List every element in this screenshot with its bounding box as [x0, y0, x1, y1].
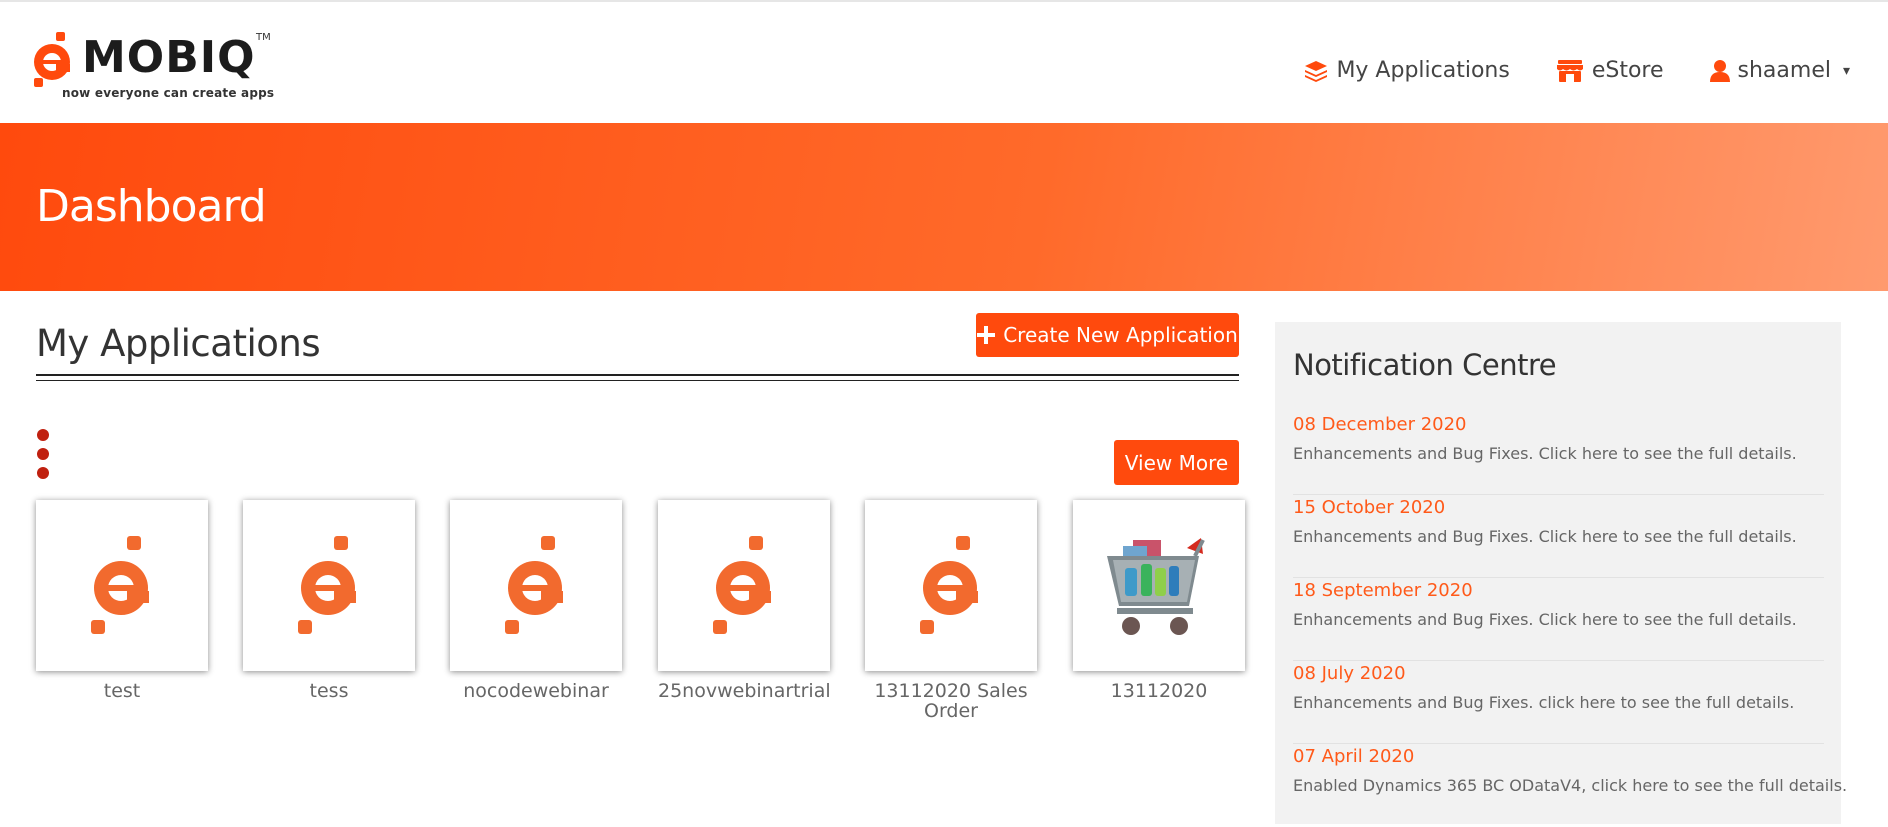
- notification-text[interactable]: Enhancements and Bug Fixes. Click here t…: [1293, 444, 1824, 464]
- emobiq-logo-icon: [505, 535, 563, 634]
- divider: [36, 374, 1239, 376]
- notification-item[interactable]: 08 December 2020 Enhancements and Bug Fi…: [1293, 412, 1824, 495]
- more-options-icon[interactable]: [36, 429, 50, 481]
- app-thumbnail[interactable]: [865, 500, 1037, 671]
- app-thumbnail[interactable]: [243, 500, 415, 671]
- top-nav: My Applications eStore shaamel ▾: [1304, 58, 1850, 83]
- app-card[interactable]: 25novwebinartrial: [658, 500, 831, 702]
- brand-name: MOBIQ: [82, 32, 256, 83]
- app-thumbnail[interactable]: [658, 500, 830, 671]
- nav-user-menu[interactable]: shaamel ▾: [1709, 58, 1850, 83]
- app-name: 13112020 Sales Order: [874, 680, 1028, 722]
- app-name: 25novwebinartrial: [658, 680, 831, 702]
- dot: [37, 429, 49, 441]
- notification-item[interactable]: 18 September 2020 Enhancements and Bug F…: [1293, 578, 1824, 661]
- notification-text[interactable]: Enhancements and Bug Fixes. click here t…: [1293, 693, 1824, 713]
- app-card[interactable]: test: [36, 500, 208, 701]
- app-card[interactable]: 13112020: [1073, 500, 1245, 701]
- shopping-cart-icon: [1107, 537, 1205, 635]
- caret-down-icon: ▾: [1842, 62, 1850, 79]
- app-name: test: [103, 680, 141, 702]
- app-name: 13112020: [1110, 680, 1208, 702]
- notification-text[interactable]: Enhancements and Bug Fixes. Click here t…: [1293, 527, 1824, 547]
- user-icon: [1709, 59, 1730, 82]
- app-card[interactable]: tess: [243, 500, 415, 701]
- app-thumbnail[interactable]: [450, 500, 622, 671]
- layers-icon: [1305, 60, 1328, 82]
- emobiq-logo[interactable]: MOBIQ TM now everyone can create apps: [30, 24, 280, 104]
- notification-text[interactable]: Enabled Dynamics 365 BC ODataV4, click h…: [1293, 776, 1847, 796]
- dashboard-banner: Dashboard: [0, 123, 1888, 291]
- nav-user-label: shaamel: [1737, 58, 1831, 83]
- notification-centre: Notification Centre 08 December 2020 Enh…: [1275, 322, 1847, 827]
- divider: [36, 380, 1239, 381]
- dot: [37, 467, 49, 479]
- nav-my-applications[interactable]: My Applications: [1304, 58, 1510, 83]
- dot: [37, 448, 49, 460]
- store-icon: [1556, 59, 1583, 82]
- notification-list: 08 December 2020 Enhancements and Bug Fi…: [1293, 412, 1847, 827]
- page-title: Dashboard: [36, 181, 267, 232]
- view-more-button[interactable]: View More: [1114, 440, 1239, 485]
- notification-item[interactable]: 07 April 2020 Enabled Dynamics 365 BC OD…: [1293, 744, 1847, 827]
- nav-my-applications-label: My Applications: [1336, 58, 1510, 83]
- app-thumbnail[interactable]: [1073, 500, 1245, 671]
- app-name: tess: [309, 680, 349, 702]
- emobiq-logo-icon: [91, 535, 149, 634]
- nav-estore-label: eStore: [1591, 58, 1664, 83]
- notification-centre-title: Notification Centre: [1293, 348, 1557, 382]
- emobiq-logo-icon: [713, 535, 771, 634]
- trademark: TM: [256, 32, 271, 43]
- header: MOBIQ TM now everyone can create apps My…: [0, 2, 1888, 123]
- notification-date[interactable]: 08 July 2020: [1293, 663, 1824, 685]
- plus-icon: [977, 326, 996, 344]
- app-card[interactable]: 13112020 Sales Order: [865, 500, 1037, 721]
- notification-item[interactable]: 15 October 2020 Enhancements and Bug Fix…: [1293, 495, 1824, 578]
- emobiq-logo-icon: [920, 535, 978, 634]
- emobiq-e-icon: [34, 32, 70, 87]
- create-new-application-button[interactable]: Create New Application: [976, 313, 1239, 357]
- notification-text[interactable]: Enhancements and Bug Fixes. Click here t…: [1293, 610, 1824, 630]
- notification-date[interactable]: 08 December 2020: [1293, 414, 1824, 436]
- notification-date[interactable]: 18 September 2020: [1293, 580, 1824, 602]
- app-card[interactable]: nocodewebinar: [450, 500, 622, 701]
- brand-tagline: now everyone can create apps: [62, 86, 275, 100]
- nav-estore[interactable]: eStore: [1556, 58, 1664, 83]
- notification-date[interactable]: 07 April 2020: [1293, 746, 1824, 768]
- notification-item[interactable]: 08 July 2020 Enhancements and Bug Fixes.…: [1293, 661, 1824, 744]
- app-thumbnail[interactable]: [36, 500, 208, 671]
- view-more-label: View More: [1124, 450, 1229, 475]
- create-new-application-label: Create New Application: [1003, 323, 1238, 347]
- app-name: nocodewebinar: [463, 680, 609, 702]
- emobiq-logo-icon: [298, 535, 356, 634]
- my-applications-heading: My Applications: [36, 322, 321, 365]
- notification-date[interactable]: 15 October 2020: [1293, 497, 1824, 519]
